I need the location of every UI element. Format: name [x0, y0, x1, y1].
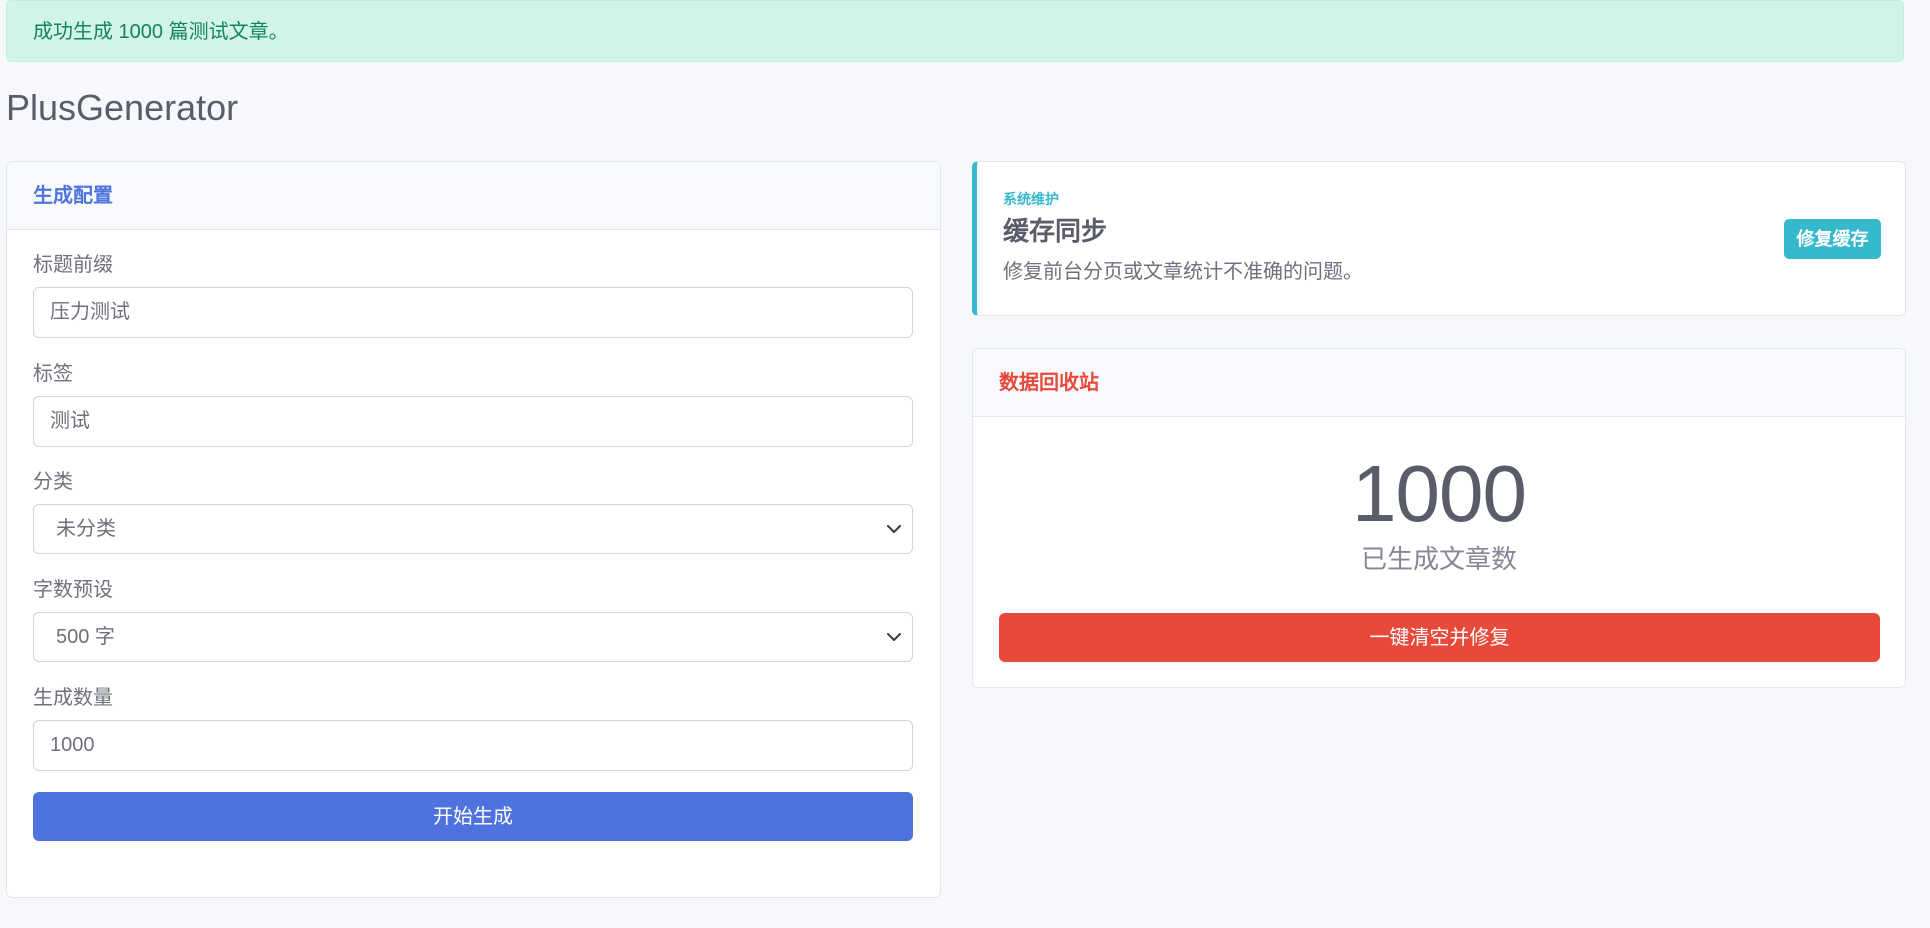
title-prefix-value: 压力测试	[50, 301, 130, 323]
count-value: 1000	[50, 734, 95, 756]
cache-kicker: 系统维护	[1003, 191, 1059, 207]
generated-count-value: 1000	[1352, 449, 1527, 538]
page-title: PlusGenerator	[6, 87, 239, 128]
chevron-down-icon	[887, 525, 901, 533]
generate-config-header: 生成配置	[7, 162, 940, 230]
recycle-bin-header: 数据回收站	[973, 349, 1905, 417]
start-generate-button[interactable]: 开始生成	[33, 792, 913, 841]
word-preset-label: 字数预设	[33, 579, 113, 601]
word-preset-selected-value: 500 字	[56, 626, 115, 648]
title-prefix-label: 标题前缀	[33, 254, 113, 276]
tags-input[interactable]: 测试	[33, 396, 913, 447]
generated-count-caption: 已生成文章数	[1360, 544, 1517, 574]
tags-value: 测试	[50, 410, 90, 432]
cache-sync-card: 系统维护 缓存同步 修复前台分页或文章统计不准确的问题。 修复缓存	[972, 161, 1906, 316]
success-alert-message: 成功生成 1000 篇测试文章。	[33, 21, 289, 43]
repair-cache-button[interactable]: 修复缓存	[1784, 219, 1881, 259]
clear-and-repair-button[interactable]: 一键清空并修复	[999, 613, 1880, 662]
chevron-down-icon	[887, 633, 901, 641]
category-selected-value: 未分类	[56, 518, 116, 540]
generate-config-form: 标题前缀 压力测试 标签 测试 分类 未分类 字数预设 500 字 生成数量 1…	[7, 253, 940, 841]
category-select[interactable]: 未分类	[33, 504, 913, 554]
success-alert: 成功生成 1000 篇测试文章。	[6, 0, 1904, 62]
count-label: 生成数量	[33, 687, 113, 709]
cache-description: 修复前台分页或文章统计不准确的问题。	[1003, 261, 1363, 283]
count-input[interactable]: 1000	[33, 720, 913, 771]
recycle-bin-card: 数据回收站 1000 已生成文章数 一键清空并修复	[972, 348, 1906, 688]
generate-config-card: 生成配置 标题前缀 压力测试 标签 测试 分类 未分类 字数预设 500 字 生…	[6, 161, 941, 898]
tags-label: 标签	[33, 363, 73, 385]
category-label: 分类	[33, 471, 73, 493]
word-preset-select[interactable]: 500 字	[33, 612, 913, 662]
title-prefix-input[interactable]: 压力测试	[33, 287, 913, 338]
cache-title: 缓存同步	[1003, 216, 1108, 246]
